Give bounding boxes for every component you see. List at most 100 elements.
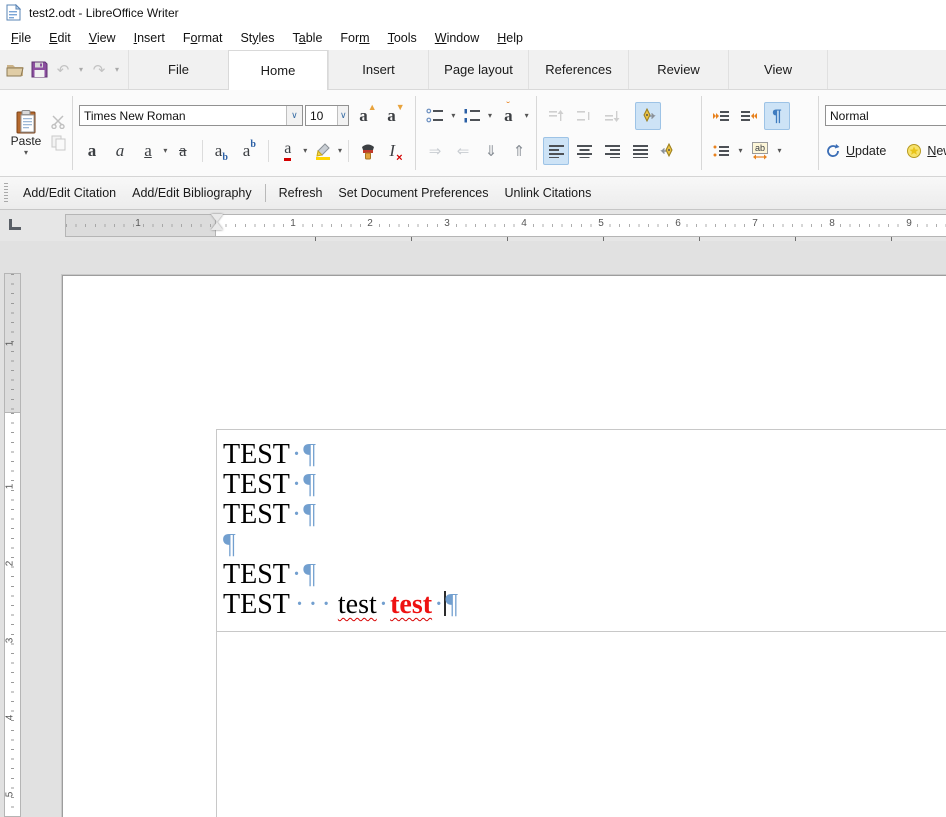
italic-button[interactable]: a: [107, 137, 133, 165]
update-style-button[interactable]: Update: [825, 143, 886, 159]
font-name-combobox[interactable]: ∨: [79, 105, 303, 126]
zotero-refresh[interactable]: Refresh: [271, 182, 331, 204]
align-center-button[interactable]: [571, 137, 597, 165]
tab-file[interactable]: File: [128, 50, 228, 89]
font-color-dropdown[interactable]: ▾: [303, 146, 308, 155]
spacing-above-button[interactable]: [543, 102, 569, 130]
clear-formatting-button[interactable]: I×: [383, 137, 409, 165]
menu-tools[interactable]: Tools: [379, 28, 426, 48]
zotero-set-document-preferences[interactable]: Set Document Preferences: [330, 182, 496, 204]
tab-stop-selector[interactable]: [6, 215, 24, 233]
menu-form[interactable]: Form: [331, 28, 378, 48]
line-spacing-dropdown[interactable]: ▾: [736, 146, 745, 155]
font-name-dropdown[interactable]: ∨: [286, 106, 302, 125]
align-right-button[interactable]: [599, 137, 625, 165]
line-spacing-button[interactable]: [708, 137, 734, 165]
menu-table[interactable]: Table: [284, 28, 332, 48]
redo-button[interactable]: ↷: [88, 59, 110, 81]
paragraph-style-combobox[interactable]: [825, 105, 946, 126]
document-line[interactable]: TEST·¶: [223, 560, 458, 590]
document-line[interactable]: TEST·¶: [223, 470, 458, 500]
decrease-indent-button[interactable]: ⇐: [450, 137, 476, 165]
superscript-button[interactable]: ab: [236, 137, 262, 165]
font-size-dropdown[interactable]: ∨: [337, 106, 348, 125]
copy-button[interactable]: [51, 135, 66, 151]
change-case-button[interactable]: a˘: [495, 102, 521, 130]
open-button[interactable]: [4, 59, 26, 81]
bullet-list-button[interactable]: [422, 102, 448, 130]
cut-button[interactable]: [50, 115, 66, 129]
menu-format[interactable]: Format: [174, 28, 232, 48]
menu-view[interactable]: View: [80, 28, 125, 48]
right-to-left-button[interactable]: [655, 137, 681, 165]
left-to-right-button[interactable]: [635, 102, 661, 130]
toolbar-drag-handle[interactable]: [4, 183, 8, 203]
character-spacing-button[interactable]: ab: [747, 137, 773, 165]
increase-font-button[interactable]: a ▲: [355, 102, 381, 130]
document-area: 1 12345 TEST·¶TEST·¶TEST·¶¶TEST·¶TEST···…: [0, 241, 946, 817]
font-size-input[interactable]: [306, 109, 337, 123]
tab-view[interactable]: View: [728, 50, 828, 89]
align-left-button[interactable]: [543, 137, 569, 165]
menu-styles[interactable]: Styles: [231, 28, 283, 48]
underline-button[interactable]: a: [135, 137, 161, 165]
font-name-input[interactable]: [80, 109, 286, 123]
justify-button[interactable]: [627, 137, 653, 165]
document-line[interactable]: ¶: [223, 530, 458, 560]
formatting-marks-button[interactable]: ¶: [764, 102, 790, 130]
highlight-dropdown[interactable]: ▾: [338, 146, 343, 155]
document-page[interactable]: TEST·¶TEST·¶TEST·¶¶TEST·¶TEST···test·tes…: [62, 275, 946, 817]
document-line[interactable]: TEST·¶: [223, 500, 458, 530]
decrease-font-button[interactable]: a ▼: [383, 102, 409, 130]
underline-dropdown[interactable]: ▾: [163, 146, 168, 155]
tab-home[interactable]: Home: [228, 50, 328, 90]
change-case-dropdown[interactable]: ▾: [523, 111, 530, 120]
redo-dropdown[interactable]: ▾: [112, 65, 122, 74]
tab-review[interactable]: Review: [628, 50, 728, 89]
undo-dropdown[interactable]: ▾: [76, 65, 86, 74]
zotero-add-edit-bibliography[interactable]: Add/Edit Bibliography: [124, 182, 260, 204]
new-style-button[interactable]: New: [906, 143, 946, 159]
zotero-unlink-citations[interactable]: Unlink Citations: [497, 182, 600, 204]
save-button[interactable]: [28, 59, 50, 81]
tab-references[interactable]: References: [528, 50, 628, 89]
move-up-button[interactable]: ⇑: [506, 137, 532, 165]
font-color-button[interactable]: a: [275, 137, 301, 165]
paragraph-style-input[interactable]: [826, 109, 946, 123]
toolbar-separator: [265, 184, 266, 202]
numbered-list-button[interactable]: [459, 102, 485, 130]
increase-indent-button[interactable]: ⇒: [422, 137, 448, 165]
bold-button[interactable]: a: [79, 137, 105, 165]
bullet-list-dropdown[interactable]: ▾: [450, 111, 457, 120]
document-line[interactable]: TEST·¶: [223, 440, 458, 470]
move-down-button[interactable]: ⇓: [478, 137, 504, 165]
tab-insert[interactable]: Insert: [328, 50, 428, 89]
document-line[interactable]: TEST···test·test·¶: [223, 590, 458, 620]
character-spacing-dropdown[interactable]: ▾: [775, 146, 784, 155]
numbered-list-dropdown[interactable]: ▾: [487, 111, 494, 120]
horizontal-ruler[interactable]: 1 123456789: [65, 214, 946, 237]
tab-page-layout[interactable]: Page layout: [428, 50, 528, 89]
strikethrough-button[interactable]: a: [170, 137, 196, 165]
paste-button[interactable]: Paste ▾: [6, 110, 46, 157]
menu-file[interactable]: File: [2, 28, 40, 48]
highlight-button[interactable]: [310, 137, 336, 165]
paste-dropdown[interactable]: ▾: [22, 148, 31, 157]
document-text[interactable]: TEST·¶TEST·¶TEST·¶¶TEST·¶TEST···test·tes…: [223, 440, 458, 620]
ruler-number: 4: [521, 218, 527, 229]
zotero-add-edit-citation[interactable]: Add/Edit Citation: [15, 182, 124, 204]
menu-edit[interactable]: Edit: [40, 28, 80, 48]
menu-help[interactable]: Help: [488, 28, 532, 48]
vertical-ruler[interactable]: 1 12345: [4, 273, 21, 817]
menu-window[interactable]: Window: [426, 28, 488, 48]
font-size-combobox[interactable]: ∨: [305, 105, 349, 126]
undo-button[interactable]: ↶: [52, 59, 74, 81]
decrease-paragraph-spacing-button[interactable]: [736, 102, 762, 130]
clone-formatting-button[interactable]: [355, 137, 381, 165]
menu-insert[interactable]: Insert: [125, 28, 174, 48]
update-icon: [825, 143, 841, 159]
increase-paragraph-spacing-button[interactable]: [708, 102, 734, 130]
spacing-below-button[interactable]: [599, 102, 625, 130]
spacing-both-button[interactable]: [571, 102, 597, 130]
subscript-button[interactable]: ab: [208, 137, 234, 165]
